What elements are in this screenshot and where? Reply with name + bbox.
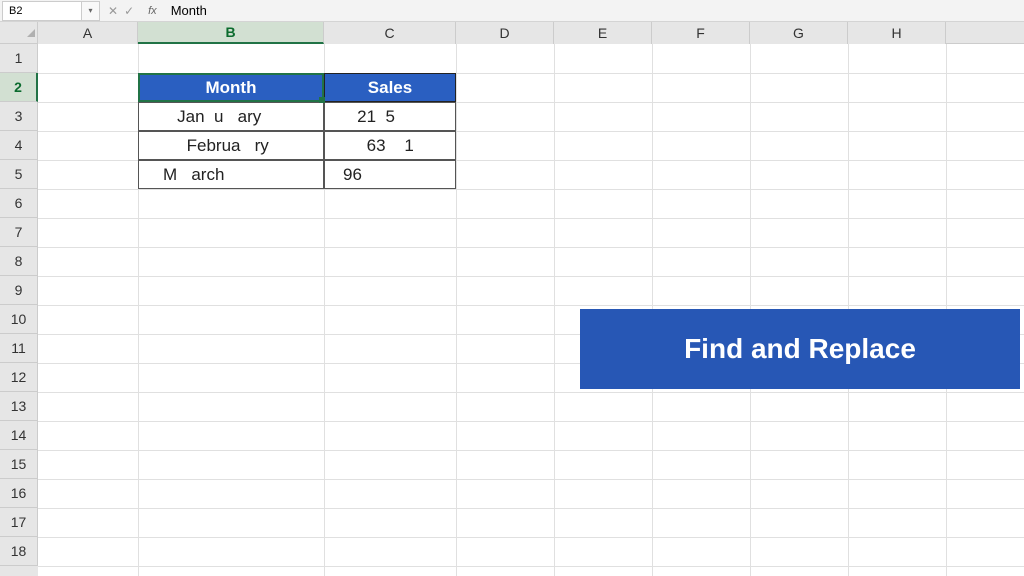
row-header-10[interactable]: 10 [0,305,38,334]
cell-grid[interactable]: Month Sales Jan u ary 21 5 Februa ry 63 … [38,44,1024,576]
sheet-body: 1 2 3 4 5 6 7 8 9 10 11 12 13 14 15 16 1… [0,44,1024,576]
cell-b4[interactable]: Februa ry [138,131,324,160]
cell-value: 96 [343,165,362,185]
row-header-18[interactable]: 18 [0,537,38,566]
row-header-15[interactable]: 15 [0,450,38,479]
row-header-6[interactable]: 6 [0,189,38,218]
table-header-sales: Sales [368,78,412,98]
cell-c4[interactable]: 63 1 [324,131,456,160]
col-header-d[interactable]: D [456,22,554,44]
callout-text: Find and Replace [684,333,916,365]
row-header-4[interactable]: 4 [0,131,38,160]
cell-value: M arch [163,165,224,185]
row-header-2[interactable]: 2 [0,73,38,102]
cell-value: 63 1 [343,136,414,156]
cancel-icon[interactable]: ✕ [108,4,118,18]
name-box[interactable]: B2 [2,1,82,21]
name-box-dropdown[interactable]: ▾ [82,1,100,21]
cell-b2[interactable]: Month [138,73,324,102]
row-header-12[interactable]: 12 [0,363,38,392]
col-header-g[interactable]: G [750,22,848,44]
row-header-1[interactable]: 1 [0,44,38,73]
col-header-h[interactable]: H [848,22,946,44]
callout-banner: Find and Replace [580,309,1020,389]
col-header-b[interactable]: B [138,22,324,44]
col-header-a[interactable]: A [38,22,138,44]
cell-c5[interactable]: 96 [324,160,456,189]
enter-icon[interactable]: ✓ [124,4,134,18]
row-header-7[interactable]: 7 [0,218,38,247]
col-header-f[interactable]: F [652,22,750,44]
cell-value: Februa ry [163,136,269,156]
column-headers: A B C D E F G H [0,22,1024,44]
cell-c2[interactable]: Sales [324,73,456,102]
table-header-month: Month [206,78,257,98]
select-all-corner[interactable] [0,22,38,43]
row-header-5[interactable]: 5 [0,160,38,189]
cell-c3[interactable]: 21 5 [324,102,456,131]
row-header-9[interactable]: 9 [0,276,38,305]
cell-b3[interactable]: Jan u ary [138,102,324,131]
cell-value: Jan u ary [163,107,261,127]
row-header-16[interactable]: 16 [0,479,38,508]
row-header-14[interactable]: 14 [0,421,38,450]
fx-icon[interactable]: fx [142,5,163,17]
row-header-11[interactable]: 11 [0,334,38,363]
row-header-13[interactable]: 13 [0,392,38,421]
formula-bar-buttons: ✕ ✓ [100,4,142,18]
col-header-c[interactable]: C [324,22,456,44]
name-box-value: B2 [9,5,22,17]
formula-bar: B2 ▾ ✕ ✓ fx [0,0,1024,22]
row-headers: 1 2 3 4 5 6 7 8 9 10 11 12 13 14 15 16 1… [0,44,38,576]
cell-b5[interactable]: M arch [138,160,324,189]
cell-value: 21 5 [343,107,395,127]
row-header-17[interactable]: 17 [0,508,38,537]
row-header-3[interactable]: 3 [0,102,38,131]
formula-input[interactable] [163,1,1024,21]
row-header-8[interactable]: 8 [0,247,38,276]
col-header-e[interactable]: E [554,22,652,44]
